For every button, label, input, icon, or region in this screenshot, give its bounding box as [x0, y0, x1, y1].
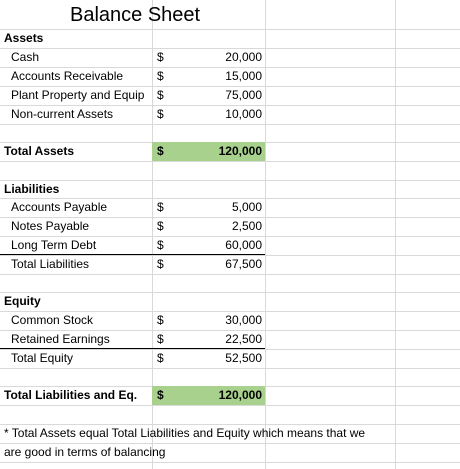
- currency-symbol: $: [157, 107, 164, 121]
- grid-row-line: [0, 29, 460, 30]
- equity-label-common: Common Stock: [11, 313, 94, 327]
- grid-row-line: [0, 180, 460, 181]
- grid-row-line: [0, 124, 460, 125]
- grand-total-value: 120,000: [218, 388, 262, 402]
- currency-symbol: $: [157, 144, 164, 158]
- balance-note-line2: are good in terms of balancing: [4, 445, 166, 459]
- currency-symbol: $: [157, 238, 164, 252]
- asset-label-receivable: Accounts Receivable: [11, 69, 124, 83]
- equity-value-retained: 22,500: [225, 332, 262, 346]
- currency-symbol: $: [157, 257, 164, 271]
- equity-value-total: 52,500: [225, 351, 262, 365]
- grid-row-line: [0, 368, 460, 369]
- asset-value-receivable: 15,000: [225, 69, 262, 83]
- grid-column-line: [395, 0, 396, 469]
- liability-label-ltd: Long Term Debt: [11, 238, 97, 252]
- equity-label-total: Total Equity: [11, 351, 74, 365]
- asset-label-noncurrent: Non-current Assets: [11, 107, 114, 121]
- liability-value-total: 67,500: [225, 257, 262, 271]
- grid-row-line: [0, 462, 460, 463]
- equity-value-common: 30,000: [225, 313, 262, 327]
- currency-symbol: $: [157, 313, 164, 327]
- grid-column-line: [265, 0, 266, 469]
- grid-row-line: [0, 274, 460, 275]
- equity-label-retained: Retained Earnings: [11, 332, 110, 346]
- grid-row-line: [0, 292, 460, 293]
- liabilities-heading: Liabilities: [4, 182, 60, 196]
- liability-value-ap: 5,000: [231, 200, 262, 214]
- grand-total-label: Total Liabilities and Eq.: [4, 388, 138, 402]
- total-assets-value: 120,000: [218, 144, 262, 158]
- grid-row-line: [0, 161, 460, 162]
- currency-symbol: $: [157, 219, 164, 233]
- liability-label-notes: Notes Payable: [11, 219, 90, 233]
- asset-label-cash: Cash: [11, 50, 40, 64]
- liability-label-total: Total Liabilities: [11, 257, 90, 271]
- total-assets-label: Total Assets: [4, 144, 75, 158]
- currency-symbol: $: [157, 332, 164, 346]
- liability-value-notes: 2,500: [231, 219, 262, 233]
- balance-note-line1: * Total Assets equal Total Liabilities a…: [4, 426, 366, 440]
- currency-symbol: $: [157, 351, 164, 365]
- liability-value-ltd: 60,000: [225, 238, 262, 252]
- currency-symbol: $: [157, 88, 164, 102]
- equity-heading: Equity: [4, 294, 41, 308]
- currency-symbol: $: [157, 388, 164, 402]
- currency-symbol: $: [157, 69, 164, 83]
- currency-symbol: $: [157, 200, 164, 214]
- asset-value-noncurrent: 10,000: [225, 107, 262, 121]
- spreadsheet: Balance Sheet Assets Cash $ 20,000 Accou…: [0, 0, 460, 469]
- sheet-title: Balance Sheet: [70, 4, 201, 26]
- asset-value-ppe: 75,000: [225, 88, 262, 102]
- liability-label-ap: Accounts Payable: [11, 200, 108, 214]
- asset-label-ppe: Plant Property and Equip: [11, 88, 145, 102]
- currency-symbol: $: [157, 50, 164, 64]
- assets-heading: Assets: [4, 31, 44, 45]
- grid-row-line: [0, 405, 460, 406]
- asset-value-cash: 20,000: [225, 50, 262, 64]
